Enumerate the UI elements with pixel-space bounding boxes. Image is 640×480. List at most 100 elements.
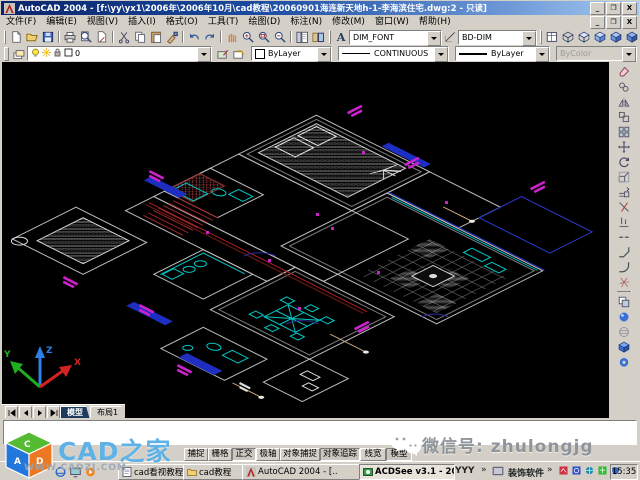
dropdown-arrow-icon[interactable] bbox=[434, 47, 448, 62]
explode-icon[interactable] bbox=[615, 274, 633, 289]
zoom-realtime-icon[interactable] bbox=[240, 30, 256, 44]
offset-icon[interactable] bbox=[615, 109, 633, 124]
drawing-canvas[interactable]: Z Y X bbox=[2, 62, 609, 404]
layer-previous-icon[interactable] bbox=[231, 47, 247, 61]
box-icon[interactable] bbox=[615, 339, 633, 354]
snap-toggle[interactable]: 捕捉 bbox=[184, 448, 208, 461]
ortho-toggle[interactable]: 正交 bbox=[232, 448, 256, 461]
paste-icon[interactable] bbox=[148, 30, 164, 44]
menu-tools[interactable]: 工具(T) bbox=[203, 16, 244, 28]
rotate-icon[interactable] bbox=[615, 154, 633, 169]
doc-close-button[interactable]: X bbox=[622, 16, 637, 29]
color-combo[interactable]: ByLayer bbox=[251, 46, 332, 61]
break-icon[interactable] bbox=[615, 229, 633, 244]
restore-button[interactable]: ❐ bbox=[606, 2, 621, 15]
sphere-icon[interactable] bbox=[615, 324, 633, 339]
properties-icon[interactable] bbox=[294, 30, 310, 44]
taskbar-toolbar-yyy[interactable]: YYY bbox=[455, 466, 475, 476]
designcenter-icon[interactable] bbox=[310, 30, 326, 44]
copy-icon[interactable] bbox=[132, 30, 148, 44]
menu-view[interactable]: 视图(V) bbox=[82, 16, 123, 28]
menu-edit[interactable]: 编辑(E) bbox=[41, 16, 82, 28]
dropdown-arrow-icon[interactable] bbox=[522, 31, 536, 46]
pan-icon[interactable] bbox=[224, 30, 240, 44]
erase-icon[interactable] bbox=[615, 64, 633, 79]
menu-help[interactable]: 帮助(H) bbox=[414, 16, 456, 28]
toolbar-handle[interactable] bbox=[4, 47, 9, 61]
mirror-icon[interactable] bbox=[615, 94, 633, 109]
osnap-toggle[interactable]: 对象捕捉 bbox=[280, 448, 320, 461]
3d-wireframe-icon[interactable] bbox=[560, 30, 576, 44]
zoom-window-icon[interactable] bbox=[256, 30, 272, 44]
dropdown-arrow-icon[interactable] bbox=[427, 31, 441, 46]
otrack-toggle[interactable]: 对象追踪 bbox=[320, 448, 360, 461]
draworder-icon[interactable] bbox=[615, 294, 633, 309]
gouraud-shaded-icon[interactable] bbox=[608, 30, 624, 44]
render-icon[interactable] bbox=[615, 309, 633, 324]
stretch-icon[interactable] bbox=[615, 184, 633, 199]
green-icon[interactable] bbox=[597, 465, 608, 476]
matchprop-icon[interactable] bbox=[164, 30, 180, 44]
menu-insert[interactable]: 插入(I) bbox=[123, 16, 161, 28]
menu-file[interactable]: 文件(F) bbox=[1, 16, 41, 28]
make-object-layer-icon[interactable] bbox=[215, 47, 231, 61]
zoom-previous-icon[interactable] bbox=[272, 30, 288, 44]
msn-icon[interactable] bbox=[571, 465, 582, 476]
doc-minimize-button[interactable]: _ bbox=[590, 16, 605, 29]
move-icon[interactable] bbox=[615, 139, 633, 154]
menu-window[interactable]: 窗口(W) bbox=[370, 16, 414, 28]
toolbar-chevron[interactable]: » bbox=[547, 465, 553, 475]
linetype-combo[interactable]: CONTINUOUS bbox=[338, 46, 449, 61]
taskbar-clock[interactable]: 15:35 bbox=[610, 464, 638, 480]
menu-draw[interactable]: 绘图(D) bbox=[243, 16, 285, 28]
taskbar-button-folder[interactable]: cad教程 bbox=[183, 464, 247, 480]
toolbar-folder-icon[interactable] bbox=[492, 465, 504, 477]
taskbar-button-autocad[interactable]: AutoCAD 2004 - [.. bbox=[242, 464, 364, 480]
toolbar-handle[interactable] bbox=[4, 30, 6, 44]
flat-edges-icon[interactable] bbox=[624, 30, 640, 44]
taskbar-toolbar-deco[interactable]: 装饰软件 bbox=[508, 466, 544, 479]
lineweight-combo[interactable]: ByLayer bbox=[455, 46, 550, 61]
undo-icon[interactable] bbox=[186, 30, 202, 44]
scale-icon[interactable] bbox=[615, 169, 633, 184]
menu-modify[interactable]: 修改(M) bbox=[327, 16, 370, 28]
doc-restore-button[interactable]: ❐ bbox=[606, 16, 621, 29]
layer-manager-icon[interactable] bbox=[11, 47, 27, 61]
dropdown-arrow-icon[interactable] bbox=[317, 47, 331, 62]
paint-icon[interactable] bbox=[558, 465, 569, 476]
grid-toggle[interactable]: 栅格 bbox=[208, 448, 232, 461]
taskbar-button-acdsee[interactable]: ACDSee v3.1 - 20.. bbox=[359, 464, 455, 480]
close-button[interactable]: X bbox=[622, 2, 637, 15]
minimize-button[interactable]: _ bbox=[590, 2, 605, 15]
copy-object-icon[interactable] bbox=[615, 79, 633, 94]
text-style-combo[interactable]: DIM_FONT bbox=[349, 30, 442, 45]
new-icon[interactable] bbox=[8, 30, 24, 44]
menu-dimension[interactable]: 标注(N) bbox=[285, 16, 327, 28]
plot-icon[interactable] bbox=[62, 30, 78, 44]
extend-icon[interactable] bbox=[615, 214, 633, 229]
layer-combo[interactable]: 0 bbox=[27, 46, 212, 61]
lineweight-toggle[interactable]: 线宽 bbox=[360, 448, 386, 461]
cut-icon[interactable] bbox=[116, 30, 132, 44]
globe-icon[interactable] bbox=[584, 465, 595, 476]
toolbar-handle[interactable] bbox=[329, 30, 331, 44]
3d-hidden-icon[interactable] bbox=[576, 30, 592, 44]
flat-shaded-icon[interactable] bbox=[592, 30, 608, 44]
menu-format[interactable]: 格式(O) bbox=[161, 16, 203, 28]
chamfer-icon[interactable] bbox=[615, 244, 633, 259]
toolbar-chevron[interactable]: » bbox=[481, 465, 487, 475]
publish-icon[interactable] bbox=[94, 30, 110, 44]
open-icon[interactable] bbox=[24, 30, 40, 44]
dropdown-arrow-icon[interactable] bbox=[535, 47, 549, 62]
array-icon[interactable] bbox=[615, 124, 633, 139]
torus-icon[interactable] bbox=[615, 354, 633, 369]
redo-icon[interactable] bbox=[202, 30, 218, 44]
named-views-icon[interactable] bbox=[544, 30, 560, 44]
polar-toggle[interactable]: 极轴 bbox=[256, 448, 280, 461]
fillet-icon[interactable] bbox=[615, 259, 633, 274]
save-icon[interactable] bbox=[40, 30, 56, 44]
dim-style-icon[interactable] bbox=[442, 30, 458, 44]
dropdown-arrow-icon[interactable] bbox=[197, 47, 211, 62]
dim-style-combo[interactable]: BD-DIM bbox=[458, 30, 537, 45]
toolbar-handle[interactable] bbox=[540, 30, 542, 44]
